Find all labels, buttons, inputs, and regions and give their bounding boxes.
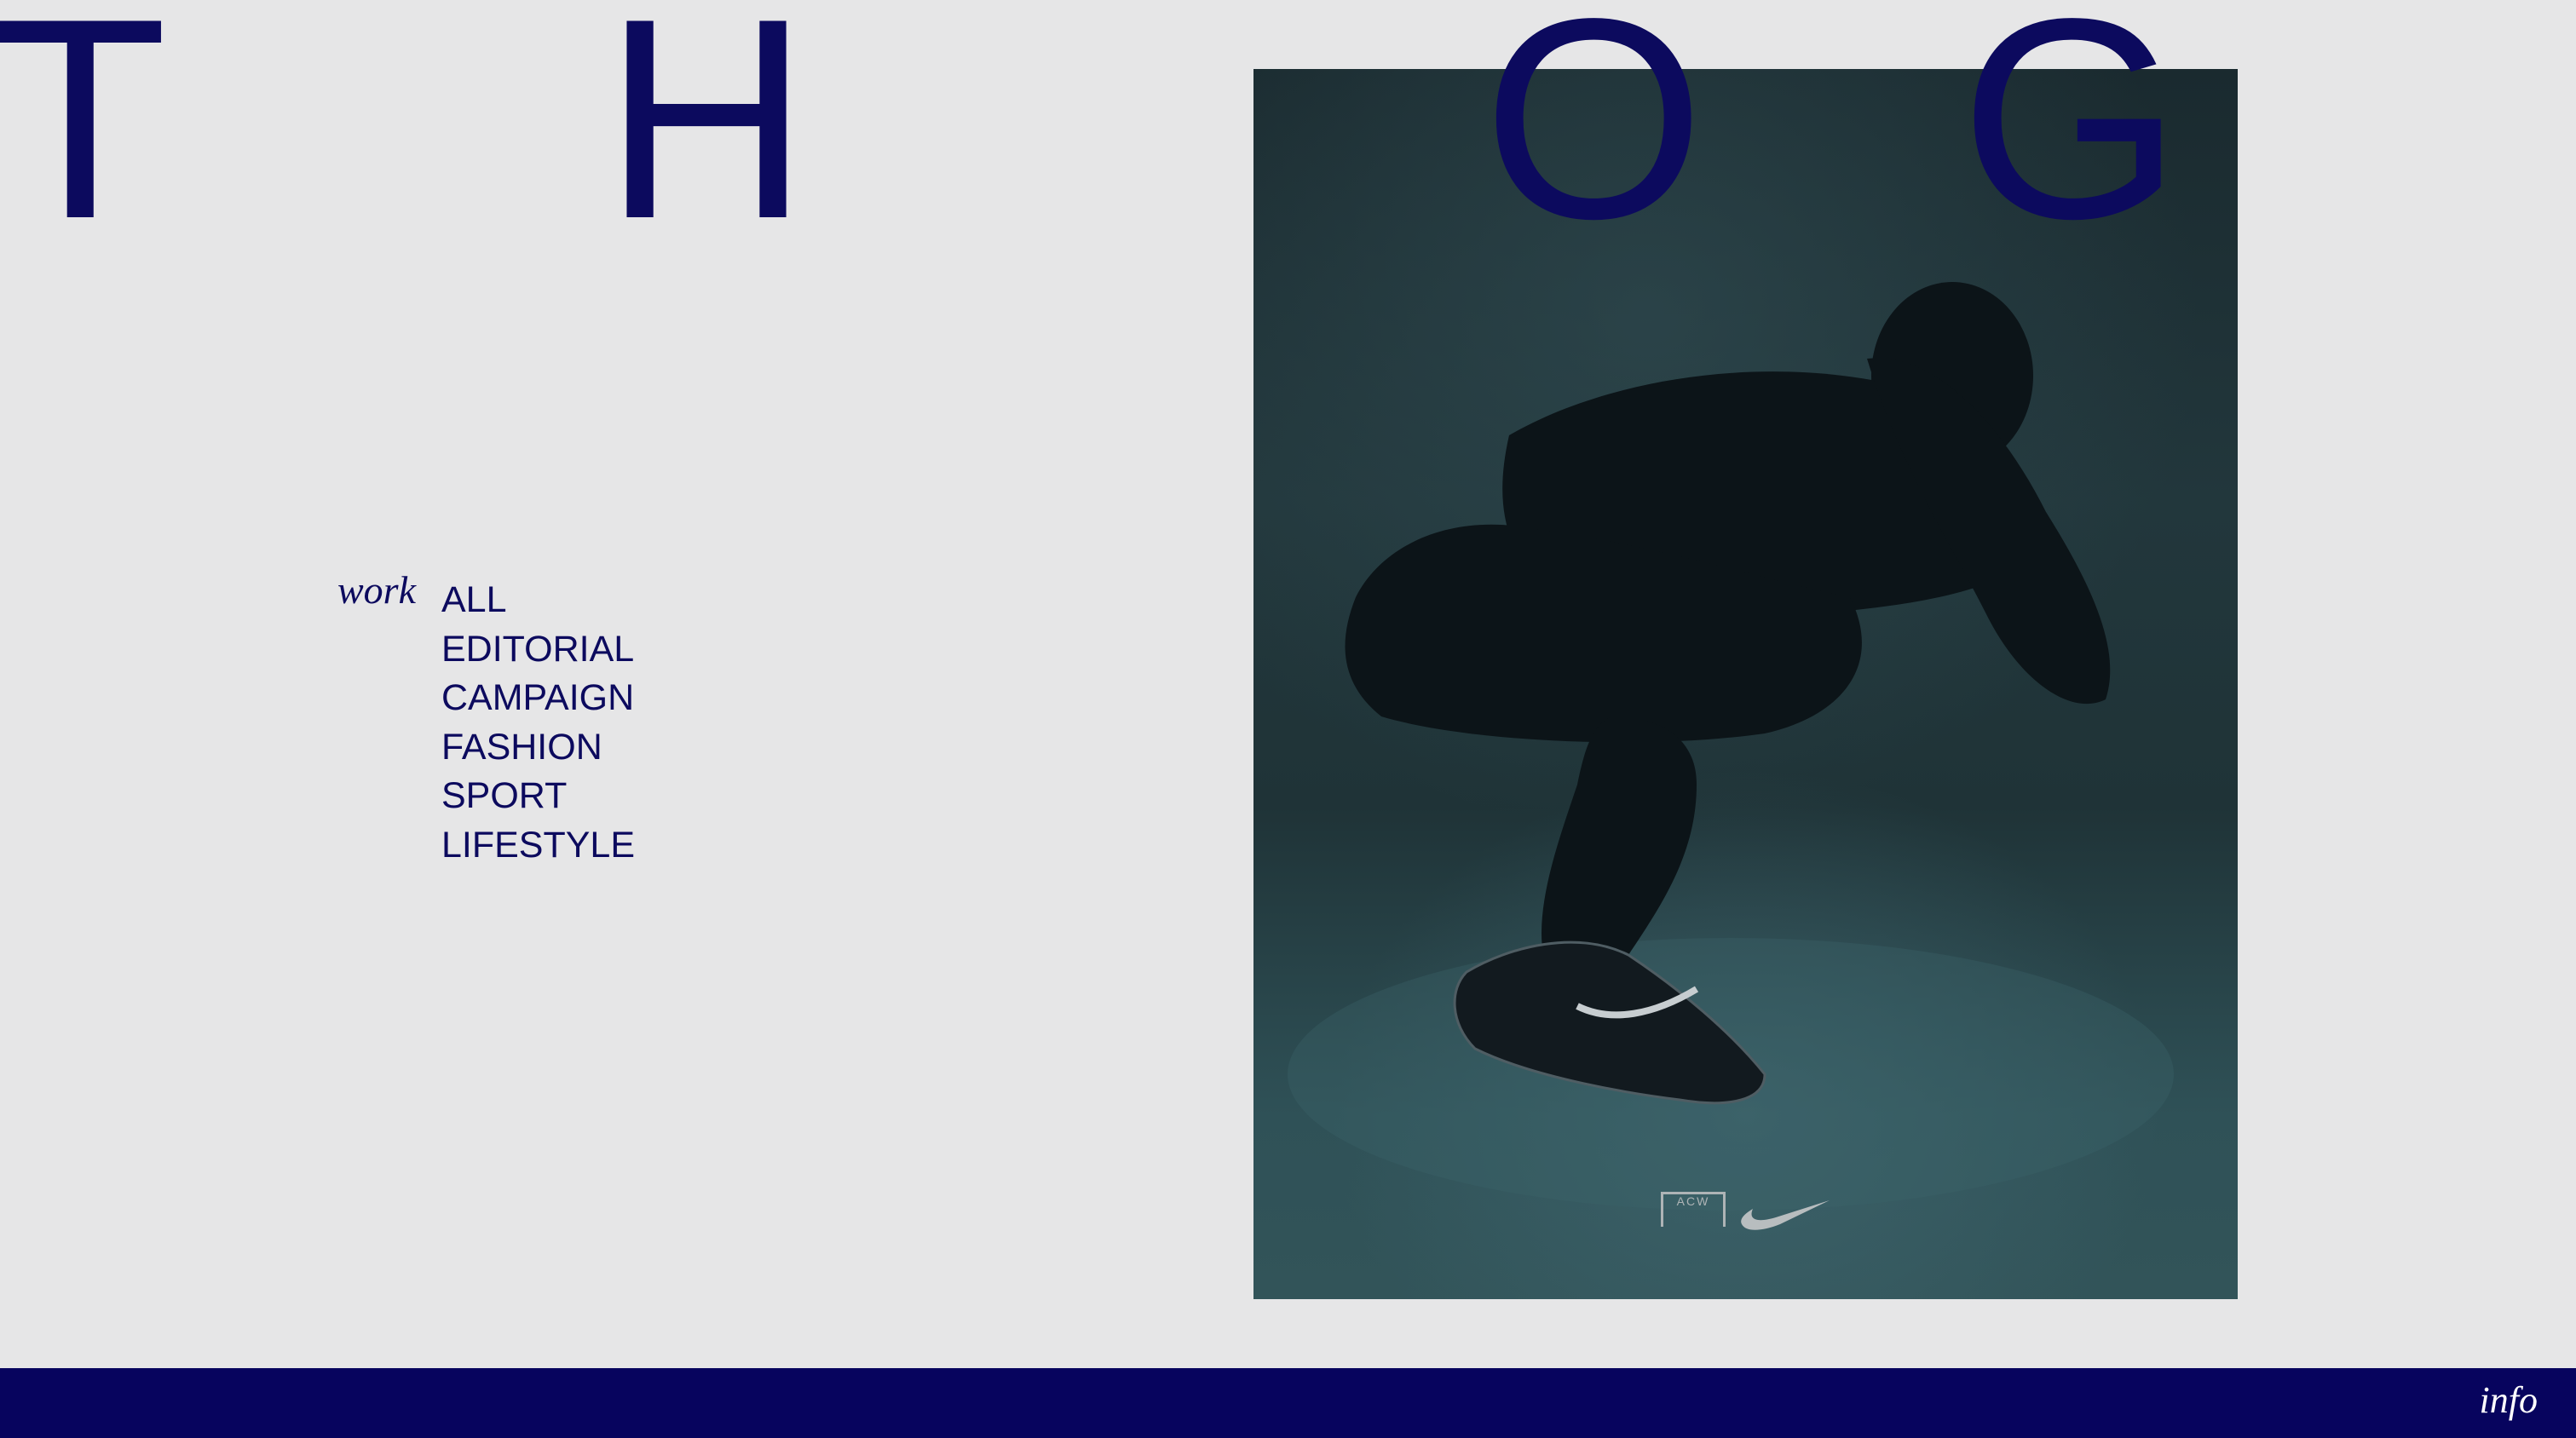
logo-letter-h: H xyxy=(603,0,810,278)
logo-letter-o: O xyxy=(1483,0,1705,278)
footer-bar: info xyxy=(0,1368,2576,1438)
work-nav-item-all[interactable]: ALL xyxy=(441,576,635,625)
work-nav-item-editorial[interactable]: EDITORIAL xyxy=(441,625,635,675)
acw-logo: ACW xyxy=(1661,1192,1726,1227)
logo-letter-g: G xyxy=(1960,0,2182,278)
work-label: work xyxy=(337,568,416,612)
swoosh-logo xyxy=(1741,1200,1830,1230)
work-nav-item-campaign[interactable]: CAMPAIGN xyxy=(441,674,635,723)
work-category-nav: ALL EDITORIAL CAMPAIGN FASHION SPORT LIF… xyxy=(441,576,635,870)
work-nav-item-sport[interactable]: SPORT xyxy=(441,772,635,821)
work-nav-item-fashion[interactable]: FASHION xyxy=(441,723,635,773)
work-nav-item-lifestyle[interactable]: LIFESTYLE xyxy=(441,821,635,871)
info-link[interactable]: info xyxy=(2480,1378,2538,1424)
logo-letter-t: T xyxy=(0,0,168,278)
crouching-figure xyxy=(1345,282,2111,981)
